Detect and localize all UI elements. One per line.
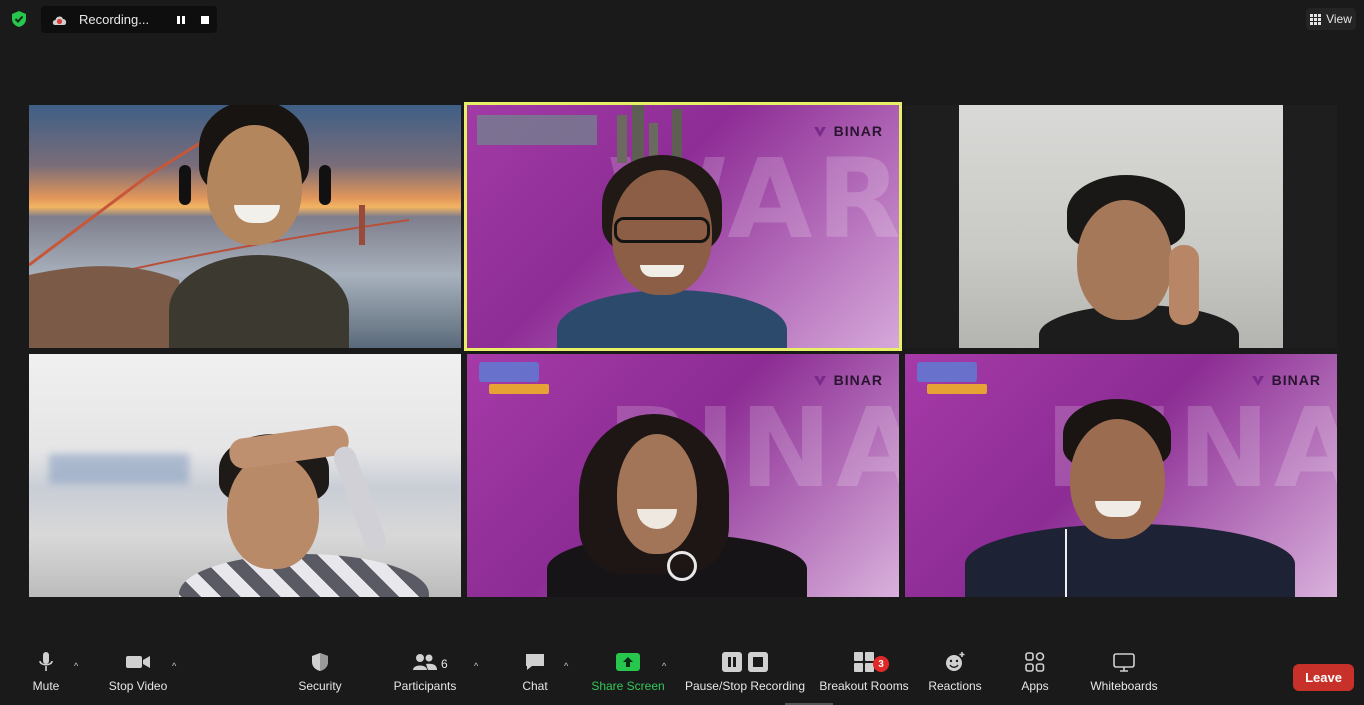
stop-video-label: Stop Video — [108, 679, 168, 693]
chat-label: Chat — [522, 679, 548, 693]
whiteboard-icon — [1113, 645, 1135, 679]
mute-button[interactable]: Mute — [28, 645, 64, 705]
pause-stop-recording-button[interactable]: Pause/Stop Recording — [684, 645, 806, 705]
view-label: View — [1326, 12, 1352, 26]
participants-count: 6 — [441, 657, 448, 671]
breakout-rooms-button[interactable]: Breakout Rooms — [818, 645, 910, 705]
participants-options-caret-icon[interactable]: ^ — [474, 661, 478, 671]
apps-button[interactable]: Apps — [1016, 645, 1054, 705]
breakout-rooms-label: Breakout Rooms — [819, 679, 909, 693]
binar-logo-icon — [813, 376, 826, 386]
binar-logo: BINAR — [812, 123, 883, 139]
share-options-caret-icon[interactable]: ^ — [662, 661, 666, 671]
pause-stop-recording-label: Pause/Stop Recording — [684, 679, 806, 693]
participant-video-tile-1[interactable] — [29, 105, 461, 348]
share-screen-arrow-icon — [615, 645, 641, 679]
apps-label: Apps — [1021, 679, 1049, 693]
mute-label: Mute — [32, 679, 60, 693]
mute-options-caret-icon[interactable]: ^ — [74, 661, 78, 671]
whiteboards-button[interactable]: Whiteboards — [1086, 645, 1162, 705]
participant-video-tile-4[interactable] — [29, 354, 461, 597]
security-shield-icon[interactable] — [8, 8, 30, 30]
chat-button[interactable]: Chat — [518, 645, 552, 705]
binar-logo-icon — [1251, 376, 1264, 386]
pause-recording-icon[interactable] — [169, 15, 193, 25]
binar-logo: BINAR — [1250, 372, 1321, 388]
breakout-rooms-badge: 3 — [873, 656, 889, 672]
reactions-label: Reactions — [928, 679, 982, 693]
binar-logo-icon — [813, 127, 826, 137]
chat-bubble-icon — [524, 645, 546, 679]
security-shield-icon — [311, 645, 329, 679]
view-button[interactable]: View — [1306, 8, 1356, 30]
meeting-toolbar: Mute ^ Stop Video ^ Security Participant… — [0, 645, 1364, 705]
stop-recording-icon[interactable] — [193, 15, 217, 25]
microphone-icon — [38, 645, 54, 679]
participant-video-tile-5[interactable]: BINAR BINAR — [467, 354, 899, 597]
share-screen-button[interactable]: Share Screen — [591, 645, 665, 705]
participants-icon — [412, 645, 438, 679]
security-button[interactable]: Security — [294, 645, 346, 705]
recording-indicator: Recording... — [41, 6, 217, 33]
apps-icon — [1025, 645, 1045, 679]
participant-video-tile-2-active-speaker[interactable]: WAR BINAR — [464, 102, 902, 351]
video-camera-icon — [125, 645, 151, 679]
smiley-plus-icon — [944, 645, 966, 679]
security-label: Security — [298, 679, 342, 693]
breakout-rooms-grid-icon — [853, 645, 875, 679]
video-options-caret-icon[interactable]: ^ — [172, 661, 176, 671]
blurred-background-detail — [49, 454, 189, 484]
participants-button[interactable]: Participants — [390, 645, 460, 705]
stop-video-button[interactable]: Stop Video — [104, 645, 172, 705]
city-skyline-graphic — [477, 105, 682, 163]
kampus-merdeka-logo — [917, 362, 987, 394]
camera-feed — [959, 105, 1283, 348]
participants-label: Participants — [393, 679, 457, 693]
recording-controls-icon — [722, 645, 768, 679]
chat-options-caret-icon[interactable]: ^ — [564, 661, 568, 671]
whiteboards-label: Whiteboards — [1090, 679, 1158, 693]
binar-logo: BINAR — [812, 372, 883, 388]
cloud-record-icon — [41, 13, 79, 27]
reactions-button[interactable]: Reactions — [926, 645, 984, 705]
participant-video-tile-6[interactable]: BINAR BINAR — [905, 354, 1337, 597]
kampus-merdeka-logo — [479, 362, 549, 394]
zoom-replay-icon — [667, 551, 697, 581]
grid-view-icon — [1310, 13, 1322, 25]
share-screen-label: Share Screen — [591, 679, 665, 693]
recording-label: Recording... — [79, 12, 150, 27]
leave-button[interactable]: Leave — [1293, 664, 1354, 691]
participant-video-tile-3[interactable] — [905, 105, 1337, 348]
